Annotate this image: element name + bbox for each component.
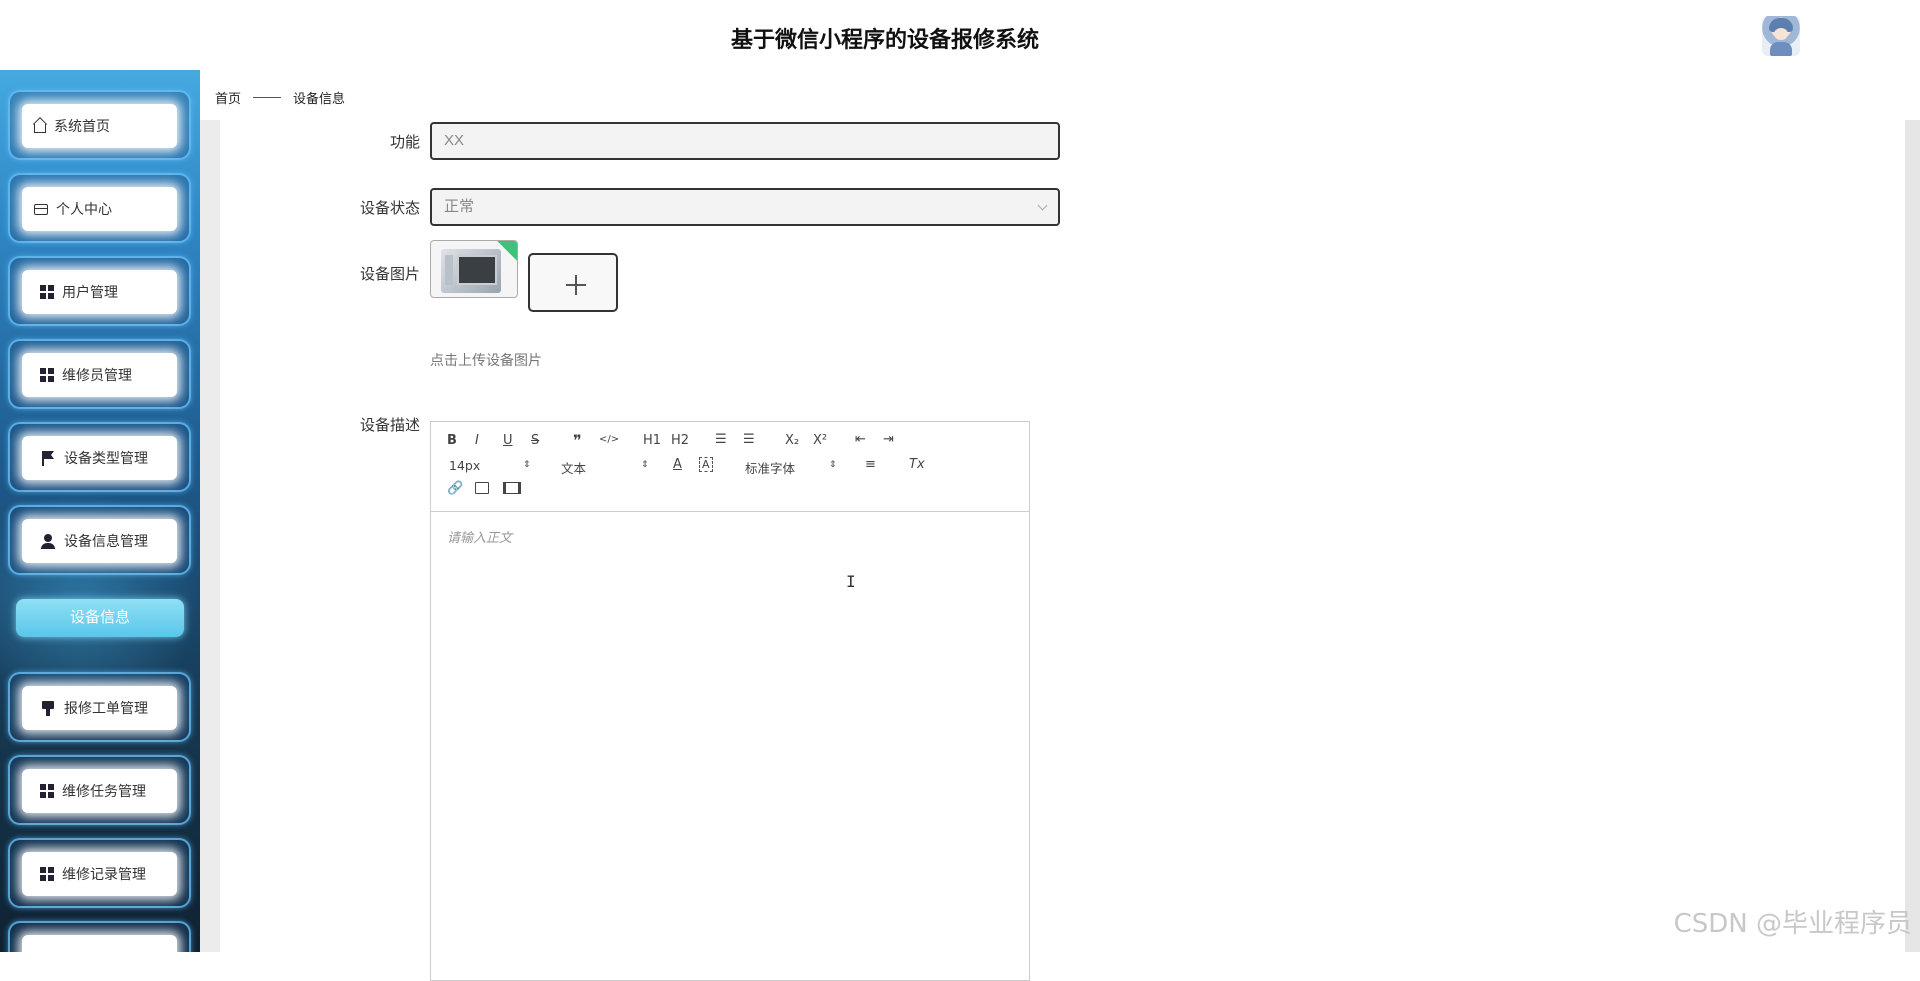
h2-button[interactable]: H2: [671, 433, 689, 448]
sidebar-item-work-orders[interactable]: 报修工单管理: [8, 672, 191, 742]
grid-icon: [40, 285, 54, 299]
breadcrumb-current: 设备信息: [293, 91, 346, 106]
top-header: 基于微信小程序的设备报修系统: [0, 0, 1920, 71]
image-icon[interactable]: [475, 482, 489, 494]
sidebar-item-label: 维修记录管理: [62, 866, 146, 882]
italic-button[interactable]: I: [475, 433, 479, 448]
description-label: 设备描述: [359, 417, 420, 434]
sidebar-item-users[interactable]: 用户管理: [8, 256, 191, 326]
ordered-list-icon[interactable]: ☰: [715, 432, 727, 447]
sidebar-item-label: 设备类型管理: [64, 450, 148, 466]
breadcrumb-home[interactable]: 首页: [215, 88, 241, 107]
sidebar-item-label: 用户管理: [62, 284, 118, 300]
scrollbar[interactable]: [1905, 120, 1920, 952]
brush-icon: [40, 700, 56, 716]
watermark: CSDN @毕业程序员: [1673, 909, 1912, 939]
status-select[interactable]: 正常: [430, 188, 1060, 226]
grid-icon: [40, 867, 54, 881]
editor-toolbar: B I U S ❞ </> H1 H2 ☰ ☰ X₂ X² ⇤ ⇥ 14px ⇕…: [431, 422, 1029, 512]
device-image-thumbnail[interactable]: [430, 240, 518, 298]
chevron-down-icon: [1037, 200, 1048, 211]
sidebar-item-tasks[interactable]: 维修任务管理: [8, 755, 191, 825]
background-color-icon[interactable]: A: [699, 457, 713, 472]
image-upload-button[interactable]: [528, 253, 618, 312]
user-icon: [40, 533, 56, 549]
function-label: 功能: [389, 134, 420, 151]
sidebar: 系统首页 个人中心 用户管理 维修员管理 设备类型管理 设备信息管理 设备信息 …: [0, 70, 200, 952]
card-icon: [34, 203, 48, 215]
sidebar-item-more[interactable]: [8, 921, 191, 952]
sidebar-item-label: 个人中心: [56, 201, 112, 217]
sidebar-item-label: 设备信息管理: [64, 533, 148, 549]
breadcrumb: 首页 设备信息: [215, 88, 345, 107]
font-color-button[interactable]: A: [673, 457, 682, 472]
grid-icon: [40, 368, 54, 382]
image-label: 设备图片: [359, 266, 420, 283]
indent-icon[interactable]: ⇥: [883, 432, 894, 447]
strike-button[interactable]: S: [531, 433, 539, 448]
align-icon[interactable]: ≡: [865, 457, 876, 472]
outdent-icon[interactable]: ⇤: [855, 432, 866, 447]
sidebar-item-repairmen[interactable]: 维修员管理: [8, 339, 191, 409]
clean-format-button[interactable]: Tx: [909, 457, 925, 472]
flag-icon: [40, 450, 56, 466]
plus-icon: [566, 275, 586, 295]
font-size-select[interactable]: 14px ⇕: [449, 458, 531, 473]
main-content: 首页 设备信息 功能 XX 设备状态 正常 设备图片 点击上传设备图片 设备描述…: [200, 70, 1920, 981]
home-icon: [34, 124, 46, 133]
user-avatar[interactable]: [1762, 16, 1800, 56]
sidebar-item-label: 维修员管理: [62, 367, 132, 383]
sidebar-item-device-types[interactable]: 设备类型管理: [8, 422, 191, 492]
sidebar-item-profile[interactable]: 个人中心: [8, 173, 191, 243]
sidebar-item-label: 维修任务管理: [62, 783, 146, 799]
superscript-button[interactable]: X²: [813, 433, 827, 448]
bullet-list-icon[interactable]: ☰: [743, 432, 755, 447]
underline-button[interactable]: U: [503, 433, 513, 448]
function-input[interactable]: XX: [430, 122, 1060, 160]
font-family-select[interactable]: 标准字体 ⇕: [745, 458, 837, 477]
sidebar-item-device-info[interactable]: 设备信息管理: [8, 505, 191, 575]
editor-placeholder[interactable]: 请输入正文: [447, 527, 512, 546]
upload-hint: 点击上传设备图片: [430, 352, 542, 368]
sidebar-item-records[interactable]: 维修记录管理: [8, 838, 191, 908]
h1-button[interactable]: H1: [643, 433, 661, 448]
bold-button[interactable]: B: [447, 433, 457, 448]
video-icon[interactable]: [503, 482, 521, 494]
rich-text-editor: B I U S ❞ </> H1 H2 ☰ ☰ X₂ X² ⇤ ⇥ 14px ⇕…: [430, 421, 1030, 981]
app-title: 基于微信小程序的设备报修系统: [730, 28, 1039, 53]
sidebar-item-label: 系统首页: [54, 118, 110, 134]
sidebar-item-home[interactable]: 系统首页: [8, 90, 191, 160]
subscript-button[interactable]: X₂: [785, 433, 799, 448]
blockquote-button[interactable]: ❞: [573, 431, 582, 450]
status-label: 设备状态: [359, 200, 420, 217]
text-cursor-icon: I: [846, 572, 856, 591]
sidebar-subitem-device-info[interactable]: 设备信息: [16, 599, 184, 637]
grid-icon: [40, 784, 54, 798]
sidebar-item-label: 报修工单管理: [64, 700, 148, 716]
code-button[interactable]: </>: [599, 434, 619, 445]
header-select[interactable]: 文本 ⇕: [561, 458, 649, 477]
link-icon[interactable]: 🔗: [447, 481, 463, 496]
